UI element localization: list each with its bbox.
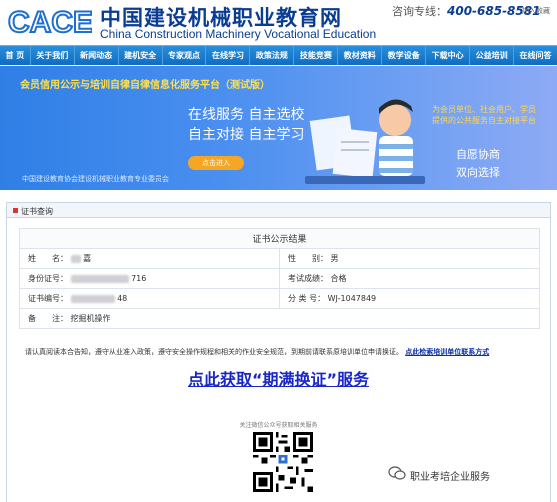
bullet-icon [13, 208, 18, 213]
table-row: 备 注： 挖掘机操作 [19, 308, 540, 329]
section-header: 证书查询 [6, 202, 551, 218]
note-cell: 备 注： 挖掘机操作 [19, 308, 540, 329]
cace-logo[interactable]: CACE [8, 4, 92, 38]
gender-cell: 性 别： 男 [279, 248, 540, 269]
name-label: 姓 名： [28, 254, 68, 263]
nav-item-safety[interactable]: 建机安全 [119, 46, 163, 65]
qr-code-icon[interactable] [253, 432, 313, 492]
id-cell: 身份证号： 716 [19, 268, 280, 289]
table-caption: 证书公示结果 [19, 228, 540, 249]
redacted-mark [70, 254, 81, 263]
table-row: 姓 名： 嘉 性 别： 男 [19, 248, 540, 269]
gender-label: 性 别： [288, 254, 328, 263]
banner-right-text: 为会员单位、社会用户、学员提供的公共服务自主对接平台 [432, 105, 536, 125]
id-label: 身份证号： [28, 274, 68, 283]
nav-item-contest[interactable]: 技能竞赛 [294, 46, 339, 65]
class-label: 分 类 号： [288, 294, 326, 303]
banner-org: 中国建设教育协会建设机械职业教育专业委员会 [22, 175, 169, 183]
banner-right-2: 自愿协商 [456, 148, 500, 161]
nav-item-charity[interactable]: 公益培训 [470, 46, 515, 65]
banner-slogan-1: 在线服务 自主选校 [188, 107, 305, 123]
nav-item-learning[interactable]: 在线学习 [206, 46, 251, 65]
add-favorite-link[interactable]: 加入收藏 [522, 6, 550, 16]
banner-slogan-2: 自主对接 自主学习 [188, 127, 305, 143]
nav-item-qa[interactable]: 在线问答 [514, 46, 557, 65]
hotline-label: 咨询专线： [392, 5, 447, 18]
logo-letters: CACE [8, 6, 92, 38]
nav-item-about[interactable]: 关于我们 [31, 46, 75, 65]
table-row: 身份证号： 716 考试成绩： 合格 [19, 268, 540, 289]
enter-button[interactable]: 点击进入 [188, 156, 244, 170]
note-label: 备 注： [28, 314, 68, 323]
student-illustration [305, 99, 425, 184]
nav-item-policy[interactable]: 政策法规 [250, 46, 295, 65]
name-cell: 姓 名： 嘉 [19, 248, 280, 269]
cert-cell: 证书编号： 48 [19, 288, 280, 309]
cert-label: 证书编号： [28, 294, 68, 303]
banner-right-3: 双向选择 [456, 166, 500, 179]
site-title-en: China Construction Machinery Vocational … [100, 27, 377, 41]
main-nav: 首 页 关于我们 新闻动态 建机安全 专家观点 在线学习 政策法规 技能竞赛 教… [0, 45, 557, 65]
redacted-mark [70, 274, 129, 283]
exam-value: 合格 [330, 274, 347, 283]
notice-body: 请认真阅读本合告知，遵守从业准入政策，遵守安全操作规程和相关的作业安全规范，到期… [25, 348, 403, 356]
gender-value: 男 [330, 254, 339, 263]
id-value: 716 [131, 274, 147, 283]
nav-item-news[interactable]: 新闻动态 [75, 46, 119, 65]
name-value: 嘉 [83, 254, 92, 263]
follow-hint: 关注微信公众号获取相关服务 [239, 422, 318, 429]
table-row: 证书编号： 48 分 类 号： WJ-1047849 [19, 288, 540, 309]
table-row: 证书公示结果 [19, 228, 540, 249]
watermark-text: 职业考培企业服务 [410, 472, 490, 483]
nav-item-downloads[interactable]: 下载中心 [426, 46, 471, 65]
exam-label: 考试成绩： [288, 274, 328, 283]
redacted-mark [70, 294, 115, 303]
training-contact-link[interactable]: 点此检索培训单位联系方式 [405, 348, 489, 356]
result-panel: 证书公示结果 姓 名： 嘉 性 别： 男 身份证号： 716 考试成绩： 合格 [6, 218, 551, 502]
certificate-table: 证书公示结果 姓 名： 嘉 性 别： 男 身份证号： 716 考试成绩： 合格 [19, 228, 540, 329]
nav-item-materials[interactable]: 教材资料 [338, 46, 383, 65]
banner-title: 会员信用公示与培训自律自律信息化服务平台（测试版） [20, 80, 270, 91]
exam-cell: 考试成绩： 合格 [279, 268, 540, 289]
site-header: CACE 中国建设机械职业教育网 China Construction Mach… [0, 0, 557, 44]
nav-item-equipment[interactable]: 教学设备 [382, 46, 427, 65]
nav-item-experts[interactable]: 专家观点 [163, 46, 207, 65]
class-cell: 分 类 号： WJ-1047849 [279, 288, 540, 309]
section-title: 证书查询 [21, 207, 53, 216]
class-value: WJ-1047849 [327, 294, 377, 303]
notice-text: 请认真阅读本合告知，遵守从业准入政策，遵守安全操作规程和相关的作业安全规范，到期… [19, 342, 540, 362]
cert-value: 48 [117, 294, 128, 303]
renewal-service-link[interactable]: 点此获取“期满换证”服务 [7, 366, 550, 390]
hotline: 咨询专线：400-685-8581 [392, 3, 540, 19]
nav-item-home[interactable]: 首 页 [0, 46, 31, 65]
wechat-icon [388, 466, 406, 480]
note-value: 挖掘机操作 [70, 314, 111, 323]
platform-banner[interactable]: 会员信用公示与培训自律自律信息化服务平台（测试版） 在线服务 自主选校 自主对接… [0, 66, 557, 190]
